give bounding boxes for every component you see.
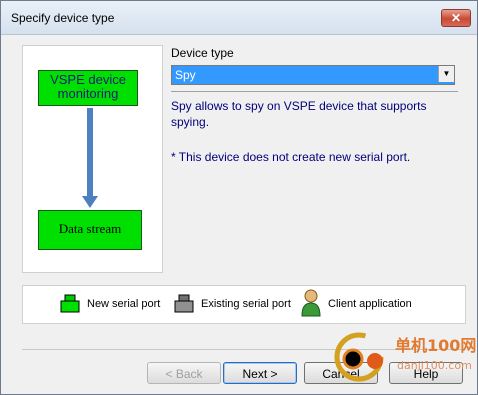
new-serial-port-icon (60, 294, 80, 313)
vspe-monitoring-box: VSPE device monitoring (38, 70, 138, 106)
client-application-icon (301, 289, 321, 317)
close-button[interactable]: ✕ (441, 9, 471, 27)
arrow-head-icon (82, 196, 98, 208)
device-type-label: Device type (171, 46, 234, 60)
next-button[interactable]: Next > (223, 362, 297, 384)
watermark-text-cn: 单机100网 (395, 336, 476, 355)
divider (171, 91, 458, 92)
dialog-window: Specify device type ✕ VSPE device monito… (0, 0, 478, 395)
watermark-text-url: danji100.com (397, 359, 472, 372)
existing-serial-port-icon (174, 294, 194, 313)
title-bar: Specify device type ✕ (1, 1, 477, 35)
description-text: Spy allows to spy on VSPE device that su… (171, 99, 427, 129)
data-stream-box: Data stream (38, 210, 142, 250)
watermark-logo: 单机100网 danji100.com (334, 332, 476, 382)
window-title: Specify device type (11, 11, 115, 25)
back-button[interactable]: < Back (147, 362, 221, 384)
chevron-down-icon[interactable]: ▼ (438, 66, 454, 82)
device-diagram: VSPE device monitoring Data stream (22, 45, 163, 273)
legend-existing-port: Existing serial port (201, 298, 291, 310)
legend-client-app: Client application (328, 298, 412, 310)
device-type-select[interactable]: Spy ▼ (171, 65, 455, 85)
legend-new-port: New serial port (87, 298, 161, 310)
arrow-down-icon (87, 108, 93, 196)
device-type-value: Spy (175, 68, 196, 82)
note-text: * This device does not create new serial… (171, 150, 411, 164)
